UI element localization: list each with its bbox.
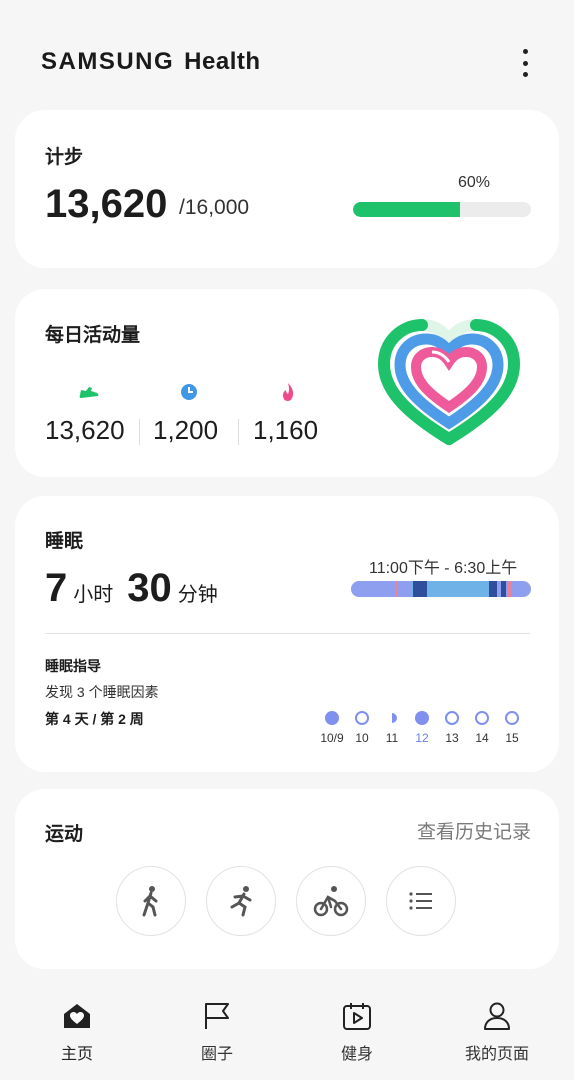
activity-divider	[139, 419, 140, 445]
clock-icon	[181, 384, 197, 400]
home-heart-icon	[64, 1004, 90, 1028]
sleep-title: 睡眠	[45, 531, 84, 552]
cycle-button[interactable]	[296, 866, 366, 936]
sleep-time-range: 11:00下午 - 6:30上午	[369, 560, 518, 577]
more-dot-icon	[522, 60, 528, 66]
nav-fitness[interactable]: 健身	[302, 990, 412, 1080]
sleep-day-dot	[415, 711, 429, 725]
flag-icon	[205, 1003, 229, 1029]
exercise-card[interactable]: 运动 查看历史记录	[15, 789, 559, 969]
run-icon	[230, 886, 252, 917]
walk-icon	[142, 886, 158, 917]
walk-button[interactable]	[116, 866, 186, 936]
sleep-day-dot	[445, 711, 459, 725]
steps-progress-bar	[353, 202, 531, 217]
nav-together[interactable]: 圈子	[162, 990, 272, 1080]
view-history-link[interactable]: 查看历史记录	[417, 817, 531, 844]
sleep-duration: 7 小时 30 分钟	[45, 566, 232, 611]
exercise-list-button[interactable]	[386, 866, 456, 936]
steps-percent: 60%	[458, 174, 491, 191]
nav-home[interactable]: 主页	[22, 990, 132, 1080]
activity-divider	[238, 419, 239, 445]
daily-activity-card[interactable]: 每日活动量 13,620 1,200 1,160	[15, 289, 559, 477]
sleep-coaching-subtitle: 发现 3 个睡眠因素	[45, 684, 159, 700]
activity-title: 每日活动量	[45, 325, 141, 346]
person-icon	[484, 1002, 510, 1030]
steps-progress-fill	[353, 202, 460, 217]
sleep-stage-segment	[489, 581, 497, 597]
nav-my-page-label: 我的页面	[464, 1046, 529, 1063]
sleep-stage-segment	[508, 581, 511, 597]
nav-fitness-label: 健身	[340, 1046, 373, 1063]
brand-logo: SAMSUNG Health	[41, 48, 261, 76]
activity-calories-value: 1,160	[253, 415, 319, 445]
activity-minutes-value: 1,200	[153, 415, 219, 445]
bottom-navigation: 主页 圈子 健身 我的页面	[0, 990, 574, 1080]
sleep-divider	[45, 633, 530, 634]
steps-value: 13,620	[45, 182, 168, 226]
more-dot-icon	[522, 72, 528, 77]
sleep-day-dot	[475, 711, 489, 725]
steps-card[interactable]: 计步 13,620 /16,000 60%	[15, 110, 559, 268]
sleep-day-dot	[355, 711, 369, 725]
sleep-day-label: 15	[505, 731, 519, 745]
flame-icon	[283, 383, 294, 401]
sleep-hours: 7	[45, 566, 68, 610]
exercise-title: 运动	[45, 824, 84, 845]
app-header: SAMSUNG Health	[0, 0, 574, 110]
sleep-minutes: 30	[127, 566, 172, 610]
sleep-stage-segment	[395, 581, 398, 597]
sleep-minutes-unit: 分钟	[177, 584, 218, 606]
sleep-stage-segment	[413, 581, 427, 597]
steps-title: 计步	[45, 147, 84, 168]
sleep-day-dot	[325, 711, 339, 725]
run-button[interactable]	[206, 866, 276, 936]
sleep-stage-segment	[501, 581, 506, 597]
more-options-button[interactable]	[510, 46, 540, 80]
more-dot-icon	[522, 49, 528, 54]
activity-heart-ring-icon	[378, 319, 520, 447]
brand-health: Health	[184, 48, 261, 75]
sleep-day-dot	[385, 711, 399, 725]
cycle-icon	[313, 886, 349, 917]
sleep-card[interactable]: 睡眠 7 小时 30 分钟 11:00下午 - 6:30上午 睡眠指导 发现 3 个睡…	[15, 496, 559, 772]
nav-home-label: 主页	[60, 1046, 93, 1063]
sleep-hours-unit: 小时	[73, 584, 114, 606]
nav-together-label: 圈子	[200, 1046, 233, 1063]
brand-samsung: SAMSUNG	[41, 48, 175, 75]
calendar-play-icon	[343, 1003, 371, 1030]
shoe-icon	[79, 387, 99, 398]
list-icon	[409, 892, 432, 910]
sleep-stage-bar	[351, 581, 531, 597]
sleep-coaching-title: 睡眠指导	[45, 658, 101, 674]
sleep-day-dot	[505, 711, 519, 725]
activity-steps-value: 13,620	[45, 415, 125, 445]
nav-my-page[interactable]: 我的页面	[442, 990, 552, 1080]
sleep-coaching-progress: 第 4 天 / 第 2 周	[45, 711, 144, 727]
steps-goal: /16,000	[179, 196, 250, 219]
